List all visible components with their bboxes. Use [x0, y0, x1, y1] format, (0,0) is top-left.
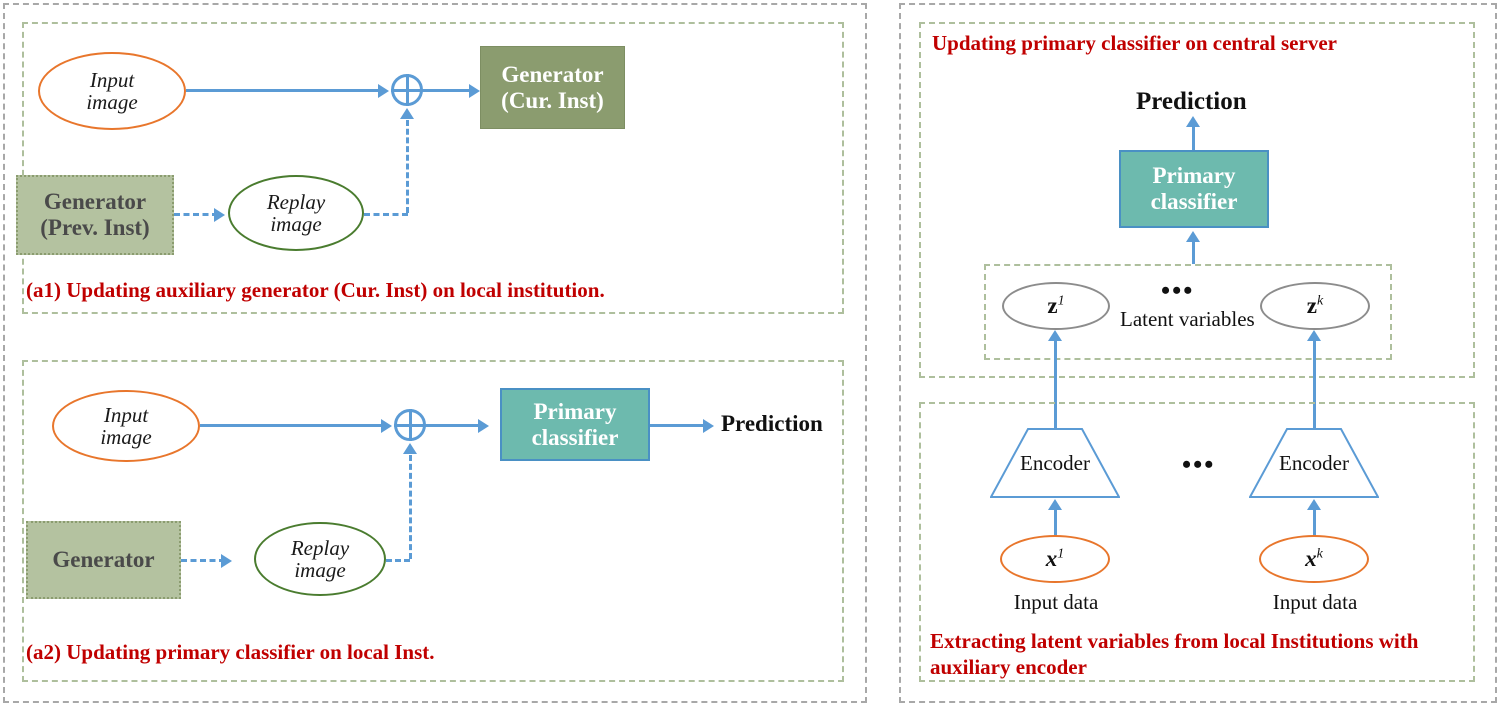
- a2-primary-classifier-label-1: Primary: [533, 398, 617, 424]
- a2-arrow-sum-to-classifier-head: [478, 419, 489, 433]
- a1-replay-image-ellipse: Replay image: [228, 175, 364, 251]
- input-data-x1-superscript: 1: [1057, 546, 1065, 562]
- local-institutions-caption: Extracting latent variables from local I…: [930, 629, 1419, 680]
- a2-generator-box: Generator: [26, 521, 181, 599]
- panel-a1-caption: (a1) Updating auxiliary generator (Cur. …: [26, 278, 605, 302]
- latent-variables-label: Latent variables: [1120, 307, 1255, 331]
- a1-generator-prev-inst-box: Generator (Prev. Inst): [16, 175, 174, 255]
- a2-sum-junction-vbar: [409, 409, 412, 441]
- encoder-last-label: Encoder: [1279, 450, 1349, 475]
- a2-replay-image-label-2: image: [294, 558, 346, 582]
- latent-z1-superscript: 1: [1057, 293, 1065, 309]
- a2-arrow-classifier-to-prediction-head: [703, 419, 714, 433]
- a2-replay-image-ellipse: Replay image: [254, 522, 386, 596]
- a2-arrow-input-to-sum-line: [200, 424, 385, 427]
- a1-arrow-input-to-sum-line: [186, 89, 382, 92]
- right-arrow-x1-to-encoder1-head: [1048, 499, 1062, 510]
- a2-generator-label: Generator: [52, 547, 155, 573]
- right-arrow-latent-to-classifier-line: [1192, 240, 1195, 264]
- encoder-last: Encoder: [1249, 428, 1379, 498]
- input-data-xk-label: x: [1305, 545, 1317, 571]
- right-arrow-encoder1-to-z1-head: [1048, 330, 1062, 341]
- a2-primary-classifier-label-2: classifier: [531, 424, 619, 450]
- a1-generator-prev-label-1: Generator: [43, 189, 147, 215]
- latent-zk-label: z: [1306, 292, 1317, 318]
- a1-generator-cur-label-2: (Cur. Inst): [501, 87, 604, 113]
- right-arrow-classifier-to-prediction-line: [1192, 124, 1195, 150]
- a1-input-image-ellipse: Input image: [38, 52, 186, 130]
- a2-prediction-label: Prediction: [721, 411, 823, 436]
- input-data-xk-superscript: k: [1316, 546, 1323, 562]
- a1-dashed-riser-arrow-head: [400, 108, 414, 119]
- a1-generator-prev-label-2: (Prev. Inst): [40, 215, 150, 240]
- a1-sum-junction-vbar: [406, 74, 409, 106]
- a1-dashed-generator-to-replay-line: [174, 213, 218, 216]
- right-arrow-xk-to-encoderk-head: [1307, 499, 1321, 510]
- a1-input-image-label-2: image: [86, 90, 138, 114]
- a2-dashed-riser-to-sum: [409, 455, 412, 559]
- a2-input-image-ellipse: Input image: [52, 390, 200, 462]
- a2-arrow-input-to-sum-head: [381, 419, 392, 433]
- a2-arrow-sum-to-classifier-line: [426, 424, 484, 427]
- input-data-first-label: Input data: [1013, 590, 1099, 614]
- a1-replay-image-label-1: Replay: [266, 189, 326, 214]
- a1-arrow-sum-to-generator-head: [469, 84, 480, 98]
- a2-replay-image-label-1: Replay: [290, 535, 350, 560]
- input-data-xk-ellipse: xk: [1259, 535, 1369, 583]
- latent-z1-ellipse: z1: [1002, 282, 1110, 330]
- right-prediction-label: Prediction: [1136, 88, 1247, 115]
- input-data-x1-label: x: [1045, 545, 1058, 571]
- encoder-first: Encoder: [990, 428, 1120, 498]
- a2-dashed-riser-arrow-head: [403, 443, 417, 454]
- input-data-x1-ellipse: x1: [1000, 535, 1110, 583]
- right-primary-classifier-box: Primary classifier: [1119, 150, 1269, 228]
- a1-replay-image-label-2: image: [270, 212, 322, 236]
- right-arrow-classifier-to-prediction-head: [1186, 116, 1200, 127]
- a2-input-image-label-1: Input: [103, 402, 149, 427]
- a2-dashed-replay-to-riser: [386, 559, 410, 562]
- a1-arrow-sum-to-generator-line: [423, 89, 475, 92]
- figure-canvas: Input image Generator (Cur. Inst) Genera…: [0, 0, 1500, 706]
- a1-dashed-replay-to-riser: [364, 213, 408, 216]
- encoder-first-label: Encoder: [1020, 450, 1090, 475]
- a1-arrow-input-to-sum-head: [378, 84, 389, 98]
- a2-dashed-generator-to-replay-head: [221, 554, 232, 568]
- central-server-caption: Updating primary classifier on central s…: [932, 31, 1337, 55]
- a2-input-image-label-2: image: [100, 425, 152, 449]
- a1-generator-cur-label-1: Generator: [501, 61, 604, 87]
- a1-input-image-label-1: Input: [89, 67, 135, 92]
- a1-generator-cur-inst-box: Generator (Cur. Inst): [480, 46, 625, 129]
- latent-zk-superscript: k: [1317, 293, 1324, 309]
- a1-dashed-riser-to-sum: [406, 120, 409, 213]
- latent-zk-ellipse: zk: [1260, 282, 1370, 330]
- right-arrow-encoderk-to-zk-head: [1307, 330, 1321, 341]
- right-primary-classifier-label-1: Primary: [1152, 163, 1236, 189]
- a2-dashed-generator-to-replay-line: [181, 559, 225, 562]
- encoder-ellipsis: •••: [1182, 450, 1216, 479]
- latent-z1-label: z: [1047, 292, 1058, 318]
- a1-dashed-generator-to-replay-head: [214, 208, 225, 222]
- input-data-last-label: Input data: [1272, 590, 1358, 614]
- right-arrow-latent-to-classifier-head: [1186, 231, 1200, 242]
- a2-primary-classifier-box: Primary classifier: [500, 388, 650, 461]
- panel-a2-caption: (a2) Updating primary classifier on loca…: [26, 640, 435, 664]
- right-primary-classifier-label-2: classifier: [1150, 189, 1238, 214]
- latent-ellipsis: •••: [1161, 276, 1195, 305]
- a2-arrow-classifier-to-prediction-line: [650, 424, 708, 427]
